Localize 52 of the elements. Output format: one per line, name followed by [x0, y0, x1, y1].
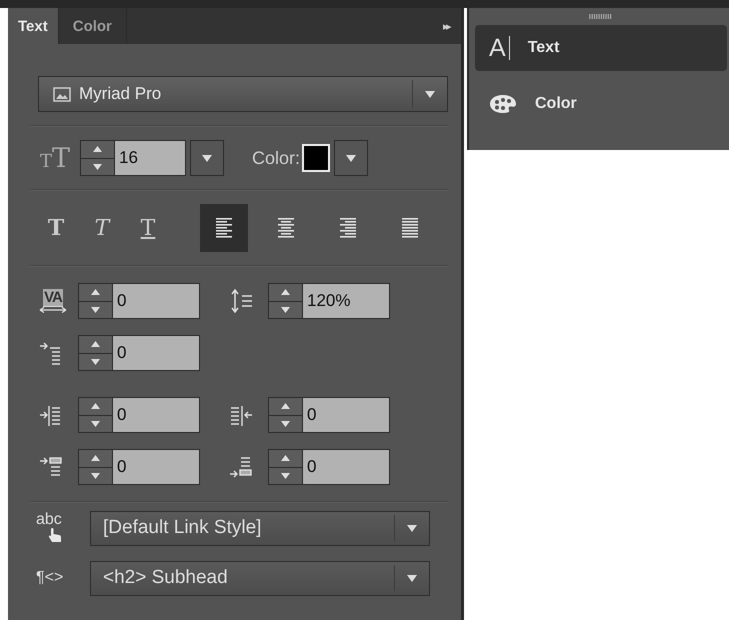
- up-arrow-icon: [91, 341, 100, 348]
- dropdown-arrow-icon: [407, 574, 417, 582]
- tracking-stepper[interactable]: 0: [78, 283, 200, 319]
- paragraph-format-icon: ¶<>: [36, 569, 74, 587]
- space-before-stepper[interactable]: 0: [78, 449, 200, 485]
- link-style-dropdown[interactable]: [Default Link Style]: [90, 510, 430, 546]
- bold-button[interactable]: T: [40, 206, 72, 250]
- down-arrow-icon: [281, 420, 290, 427]
- color-swatch[interactable]: [302, 144, 330, 172]
- up-arrow-icon: [93, 146, 102, 152]
- dropdown-arrow-icon: [407, 524, 417, 532]
- italic-button[interactable]: T: [86, 206, 118, 250]
- image-icon: [53, 86, 71, 102]
- down-arrow-icon: [281, 306, 290, 313]
- down-arrow-icon: [281, 472, 290, 479]
- down-arrow-icon: [91, 472, 100, 479]
- up-arrow-icon: [281, 403, 290, 410]
- grip-handle-icon[interactable]: [589, 14, 613, 19]
- color-dropdown-button[interactable]: [334, 140, 368, 176]
- panel-tab[interactable]: Text: [8, 8, 59, 44]
- align-justify-icon: [402, 218, 418, 238]
- size-dropdown-button[interactable]: [190, 140, 224, 176]
- up-arrow-icon: [281, 289, 290, 296]
- font-size-stepper[interactable]: 16: [80, 140, 186, 176]
- up-arrow-icon: [91, 455, 100, 462]
- dropdown-arrow-icon: [202, 154, 212, 162]
- down-arrow-icon: [91, 358, 100, 365]
- palette-icon: [489, 94, 517, 114]
- leading-stepper[interactable]: 120%: [268, 283, 390, 319]
- left-indent-stepper[interactable]: 0: [78, 397, 200, 433]
- down-arrow-icon: [91, 306, 100, 313]
- align-left-icon: [216, 218, 232, 238]
- dropdown-arrow-icon: [346, 154, 356, 162]
- align-right-icon: [340, 218, 356, 238]
- space-after-stepper[interactable]: 0: [268, 449, 390, 485]
- paragraph-format-dropdown[interactable]: <h2> Subhead: [90, 560, 430, 596]
- align-center-icon: [278, 218, 294, 238]
- right-indent-stepper[interactable]: 0: [268, 397, 390, 433]
- up-arrow-icon: [281, 455, 290, 462]
- up-arrow-icon: [91, 289, 100, 296]
- dock-item[interactable]: Color: [475, 81, 727, 127]
- dropdown-arrow-icon: [425, 90, 435, 98]
- up-arrow-icon: [91, 403, 100, 410]
- text-indent-stepper[interactable]: 0: [78, 335, 200, 371]
- color-label: Color:: [252, 148, 300, 168]
- underline-button[interactable]: T: [132, 206, 164, 250]
- font-dropdown[interactable]: Myriad Pro: [38, 76, 448, 112]
- dock-item[interactable]: A Text: [475, 25, 727, 71]
- down-arrow-icon: [93, 164, 102, 170]
- font-size-icon: TT: [40, 138, 72, 178]
- align-left-button[interactable]: [200, 204, 248, 252]
- down-arrow-icon: [91, 420, 100, 427]
